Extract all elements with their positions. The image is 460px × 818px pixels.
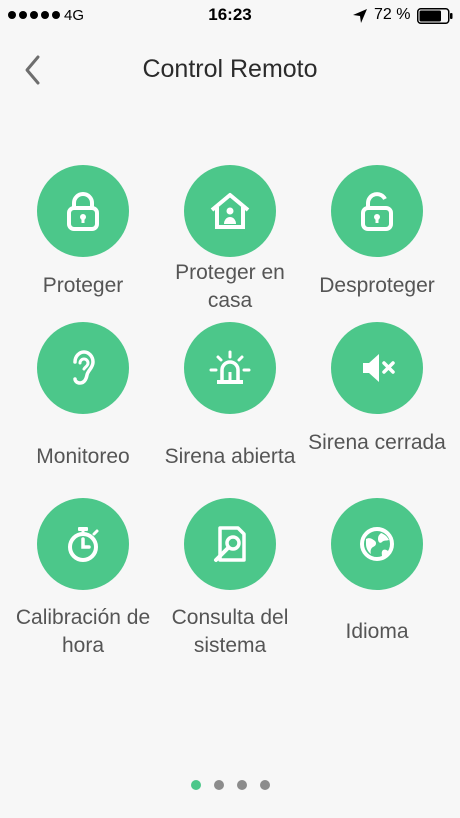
page-dot[interactable] [213, 780, 224, 790]
battery-icon [417, 8, 453, 24]
lock-icon [67, 192, 99, 231]
action-circle[interactable] [184, 322, 276, 414]
page-dot-active[interactable] [190, 780, 201, 790]
unlock-icon [361, 192, 393, 231]
action-label: Sirena abierta [164, 445, 296, 468]
action-circle[interactable] [331, 498, 423, 590]
globe-icon [360, 527, 394, 561]
page-indicator [0, 780, 460, 790]
action-circle[interactable] [37, 165, 129, 257]
action-circle[interactable] [37, 322, 129, 414]
location-arrow-icon [353, 9, 367, 23]
action-circle[interactable] [184, 498, 276, 590]
home-person-icon [210, 193, 250, 229]
speaker-mute-icon [363, 354, 395, 382]
battery-percent: 72 % [374, 6, 411, 23]
page-dot[interactable] [259, 780, 270, 790]
action-label: Sirena cerrada [308, 431, 446, 454]
page-dot[interactable] [236, 780, 247, 790]
siren-icon [209, 350, 251, 384]
action-label: Proteger en casa [175, 261, 285, 312]
action-label: Calibración de hora [15, 606, 151, 657]
status-bar: 4G 16:23 72 % [0, 0, 460, 34]
stopwatch-icon [68, 527, 99, 562]
action-label: Desproteger [319, 274, 435, 297]
document-search-icon [214, 526, 246, 562]
action-circle[interactable] [184, 165, 276, 257]
page-title: Control Remoto [142, 55, 318, 83]
action-label: Idioma [345, 620, 409, 643]
action-label: Monitoreo [36, 445, 130, 468]
action-circle[interactable] [331, 165, 423, 257]
navigation-bar: Control Remoto [0, 34, 460, 106]
action-circle[interactable] [331, 322, 423, 414]
action-label: Consulta del sistema [171, 606, 289, 657]
ear-icon [73, 350, 95, 385]
action-circle[interactable] [37, 498, 129, 590]
action-label: Proteger [42, 274, 124, 297]
